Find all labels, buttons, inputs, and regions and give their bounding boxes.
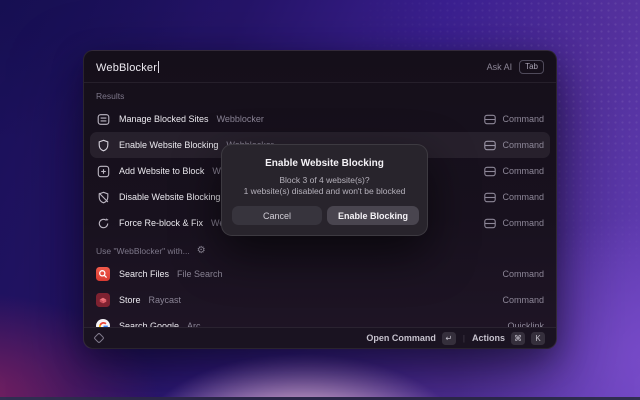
use-with-header-label: Use "WebBlocker" with... bbox=[96, 246, 190, 256]
search-bar: WebBlocker Ask AI Tab bbox=[84, 51, 556, 83]
search-input-value: WebBlocker bbox=[96, 62, 157, 74]
results-header-label: Results bbox=[96, 91, 124, 101]
result-title: Force Re-block & Fix bbox=[119, 218, 203, 228]
result-subtitle: Webblocker bbox=[217, 114, 264, 124]
result-title: Disable Website Blocking bbox=[119, 192, 220, 202]
command-window-icon bbox=[484, 114, 496, 125]
raycast-store-app-icon bbox=[96, 293, 110, 307]
result-subtitle: File Search bbox=[177, 269, 223, 279]
result-type-label: Command bbox=[502, 192, 544, 202]
cancel-button[interactable]: Cancel bbox=[232, 206, 322, 225]
shield-icon bbox=[96, 138, 110, 152]
search-input[interactable]: WebBlocker bbox=[96, 58, 159, 76]
dialog-title: Enable Website Blocking bbox=[222, 158, 427, 169]
result-type-label: Command bbox=[502, 166, 544, 176]
results-section-header: Results bbox=[90, 83, 550, 106]
list-icon bbox=[96, 112, 110, 126]
footer-separator: | bbox=[463, 334, 465, 343]
result-type-label: Command bbox=[502, 114, 544, 124]
cmd-key-badge: ⌘ bbox=[511, 332, 525, 345]
enter-key-badge: ↵ bbox=[442, 332, 456, 345]
k-key-badge: K bbox=[531, 332, 545, 345]
file-search-app-icon bbox=[96, 267, 110, 281]
command-window-icon bbox=[484, 140, 496, 151]
result-title: Add Website to Block bbox=[119, 166, 204, 176]
command-window-icon bbox=[484, 166, 496, 177]
dialog-message-line2: 1 website(s) disabled and won't be block… bbox=[222, 186, 427, 197]
confirmation-dialog: Enable Website Blocking Block 3 of 4 web… bbox=[221, 144, 428, 236]
result-title: Enable Website Blocking bbox=[119, 140, 218, 150]
result-type-label: Command bbox=[502, 295, 544, 305]
open-command-button[interactable]: Open Command bbox=[366, 333, 436, 343]
result-title: Search Files bbox=[119, 269, 169, 279]
gear-icon[interactable]: ⚙ bbox=[197, 246, 206, 256]
plus-square-icon bbox=[96, 164, 110, 178]
result-row-search-files[interactable]: Search Files File Search Command bbox=[90, 261, 550, 287]
dialog-message-line1: Block 3 of 4 website(s)? bbox=[222, 175, 427, 186]
command-window-icon bbox=[484, 192, 496, 203]
result-type-label: Command bbox=[502, 218, 544, 228]
refresh-icon bbox=[96, 216, 110, 230]
result-title: Store bbox=[119, 295, 141, 305]
shield-slash-icon bbox=[96, 190, 110, 204]
footer-action-bar: Open Command ↵ | Actions ⌘ K bbox=[84, 327, 556, 348]
tab-key-badge: Tab bbox=[519, 60, 544, 74]
enable-blocking-button[interactable]: Enable Blocking bbox=[327, 206, 419, 225]
raycast-window: WebBlocker Ask AI Tab Results Manage Blo… bbox=[83, 50, 557, 349]
result-type-label: Command bbox=[502, 140, 544, 150]
result-subtitle: Raycast bbox=[149, 295, 182, 305]
actions-button[interactable]: Actions bbox=[472, 333, 505, 343]
text-caret bbox=[158, 61, 159, 73]
result-row-store[interactable]: Store Raycast Command bbox=[90, 287, 550, 313]
command-window-icon bbox=[484, 218, 496, 229]
result-type-label: Command bbox=[502, 269, 544, 279]
result-title: Manage Blocked Sites bbox=[119, 114, 209, 124]
ask-ai-button[interactable]: Ask AI bbox=[487, 62, 513, 72]
use-with-section-header: Use "WebBlocker" with... ⚙ bbox=[90, 236, 550, 261]
result-row-manage-blocked-sites[interactable]: Manage Blocked Sites Webblocker Command bbox=[90, 106, 550, 132]
raycast-logo-icon bbox=[93, 332, 104, 343]
